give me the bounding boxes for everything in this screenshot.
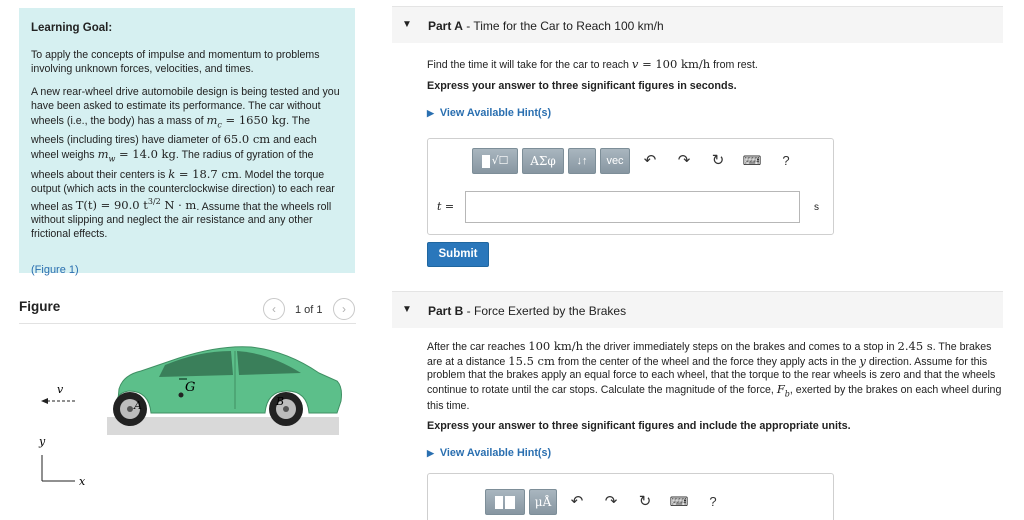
stop-time-value: 2.45 s: [897, 339, 933, 353]
mass-car-expression: mc = 1650 kg: [206, 113, 287, 130]
submit-button[interactable]: Submit: [427, 242, 489, 267]
sort-arrows-button[interactable]: ↓↑: [568, 148, 596, 174]
figure-header: Figure ‹ 1 of 1 ›: [19, 294, 357, 322]
templates-button[interactable]: √☐: [472, 148, 518, 174]
greek-symbols-button[interactable]: ΑΣφ: [522, 148, 564, 174]
part-b-label: Part B: [428, 304, 464, 318]
part-a-header[interactable]: ▼ Part A - Time for the Car to Reach 100…: [392, 6, 1003, 43]
brake-force-symbol: Fb: [776, 381, 790, 398]
keyboard-icon[interactable]: ⌨: [669, 492, 689, 512]
y-direction-symbol: y: [859, 353, 866, 368]
figure-1-link[interactable]: (Figure 1): [31, 264, 79, 276]
learning-goal-intro: To apply the concepts of impulse and mom…: [31, 49, 320, 75]
learning-goal-title: Learning Goal:: [31, 22, 113, 34]
part-a-title: - Time for the Car to Reach 100 km/h: [462, 19, 664, 33]
wheel-b: [269, 392, 303, 426]
answer-unit-label: s: [814, 202, 819, 213]
part-a-instruction: Express your answer to three significant…: [427, 80, 737, 92]
collapse-triangle-icon[interactable]: ▼: [402, 19, 412, 30]
redo-icon[interactable]: ↷: [674, 151, 694, 171]
part-b-hint-link[interactable]: ▶ View Available Hint(s): [427, 447, 551, 459]
part-a-question: Find the time it will take for the car t…: [427, 57, 758, 71]
brake-distance-value: 15.5 cm: [508, 353, 555, 368]
label-y: y: [38, 435, 46, 448]
center-of-mass-marker: [178, 392, 184, 398]
label-B: B: [275, 395, 284, 408]
target-speed-expression: v = 100 km/h: [631, 57, 711, 71]
wheel-diameter-value: 65.0 cm: [223, 132, 271, 147]
part-a-hint-link[interactable]: ▶ View Available Hint(s): [427, 107, 551, 119]
chevron-left-icon[interactable]: ‹: [263, 298, 285, 320]
label-G: G: [185, 380, 195, 395]
keyboard-icon[interactable]: ⌨: [742, 151, 762, 171]
part-b-title: - Force Exerted by the Brakes: [463, 304, 627, 318]
part-b-question: After the car reaches 100 km/h the drive…: [427, 339, 1002, 413]
undo-icon[interactable]: ↶: [567, 492, 587, 512]
reset-icon[interactable]: ↻: [635, 492, 655, 512]
figure-divider: [19, 323, 356, 324]
chevron-right-icon[interactable]: ›: [333, 298, 355, 320]
vector-button[interactable]: vec: [600, 148, 630, 174]
reset-icon[interactable]: ↻: [708, 151, 728, 171]
templates-button[interactable]: [485, 489, 525, 515]
speed-value: 100 km/h: [528, 339, 584, 353]
undo-icon[interactable]: ↶: [640, 151, 660, 171]
redo-icon[interactable]: ↷: [601, 492, 621, 512]
learning-goal-panel: Learning Goal: To apply the concepts of …: [19, 8, 355, 276]
torque-expression: T(t) = 90.0 t3/2 N · m: [75, 197, 197, 213]
help-button[interactable]: ?: [703, 492, 723, 512]
label-A: A: [133, 399, 142, 412]
answer-variable-label: t =: [437, 200, 455, 213]
part-b-instruction: Express your answer to three significant…: [427, 420, 851, 432]
help-button[interactable]: ?: [776, 151, 796, 171]
answer-input[interactable]: [465, 191, 800, 223]
part-b-header[interactable]: ▼ Part B - Force Exerted by the Brakes: [392, 291, 1003, 328]
mass-wheel-expression: mw = 14.0 kg: [97, 147, 176, 164]
part-a-label: Part A: [428, 19, 463, 33]
car-figure: G A B v y x: [38, 346, 342, 488]
label-x: x: [79, 475, 86, 488]
figure-counter: 1 of 1: [295, 304, 323, 316]
learning-goal-problem-statement: A new rear-wheel drive automobile design…: [31, 86, 340, 241]
figure-title: Figure: [19, 299, 61, 314]
units-button[interactable]: μÅ: [529, 489, 557, 515]
collapse-triangle-icon[interactable]: ▼: [402, 304, 412, 315]
radius-gyration-expression: k = 18.7 cm: [168, 166, 239, 181]
label-v: v: [57, 383, 64, 396]
